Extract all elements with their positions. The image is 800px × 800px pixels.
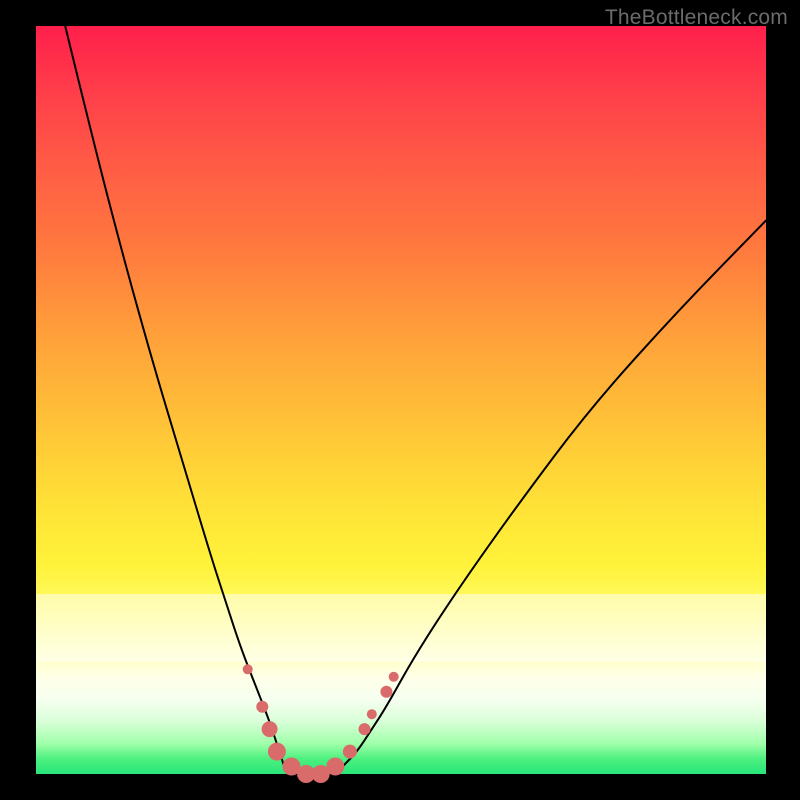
pale-band (36, 594, 766, 661)
plot-area (36, 26, 766, 774)
curve-marker (297, 765, 315, 783)
curve-marker (343, 745, 357, 759)
curve-marker (268, 743, 286, 761)
bottleneck-curve (65, 26, 766, 774)
curve-marker (367, 709, 377, 719)
curve-marker (312, 765, 330, 783)
curve-marker (389, 672, 399, 682)
curve-marker (380, 686, 392, 698)
curve-marker (243, 664, 253, 674)
marker-layer (243, 664, 399, 783)
curve-marker (256, 701, 268, 713)
curve-marker (359, 723, 371, 735)
chart-svg (36, 26, 766, 774)
curve-marker (262, 721, 278, 737)
chart-frame: TheBottleneck.com (0, 0, 800, 800)
curve-marker (326, 758, 344, 776)
curve-layer (65, 26, 766, 774)
curve-marker (283, 758, 301, 776)
